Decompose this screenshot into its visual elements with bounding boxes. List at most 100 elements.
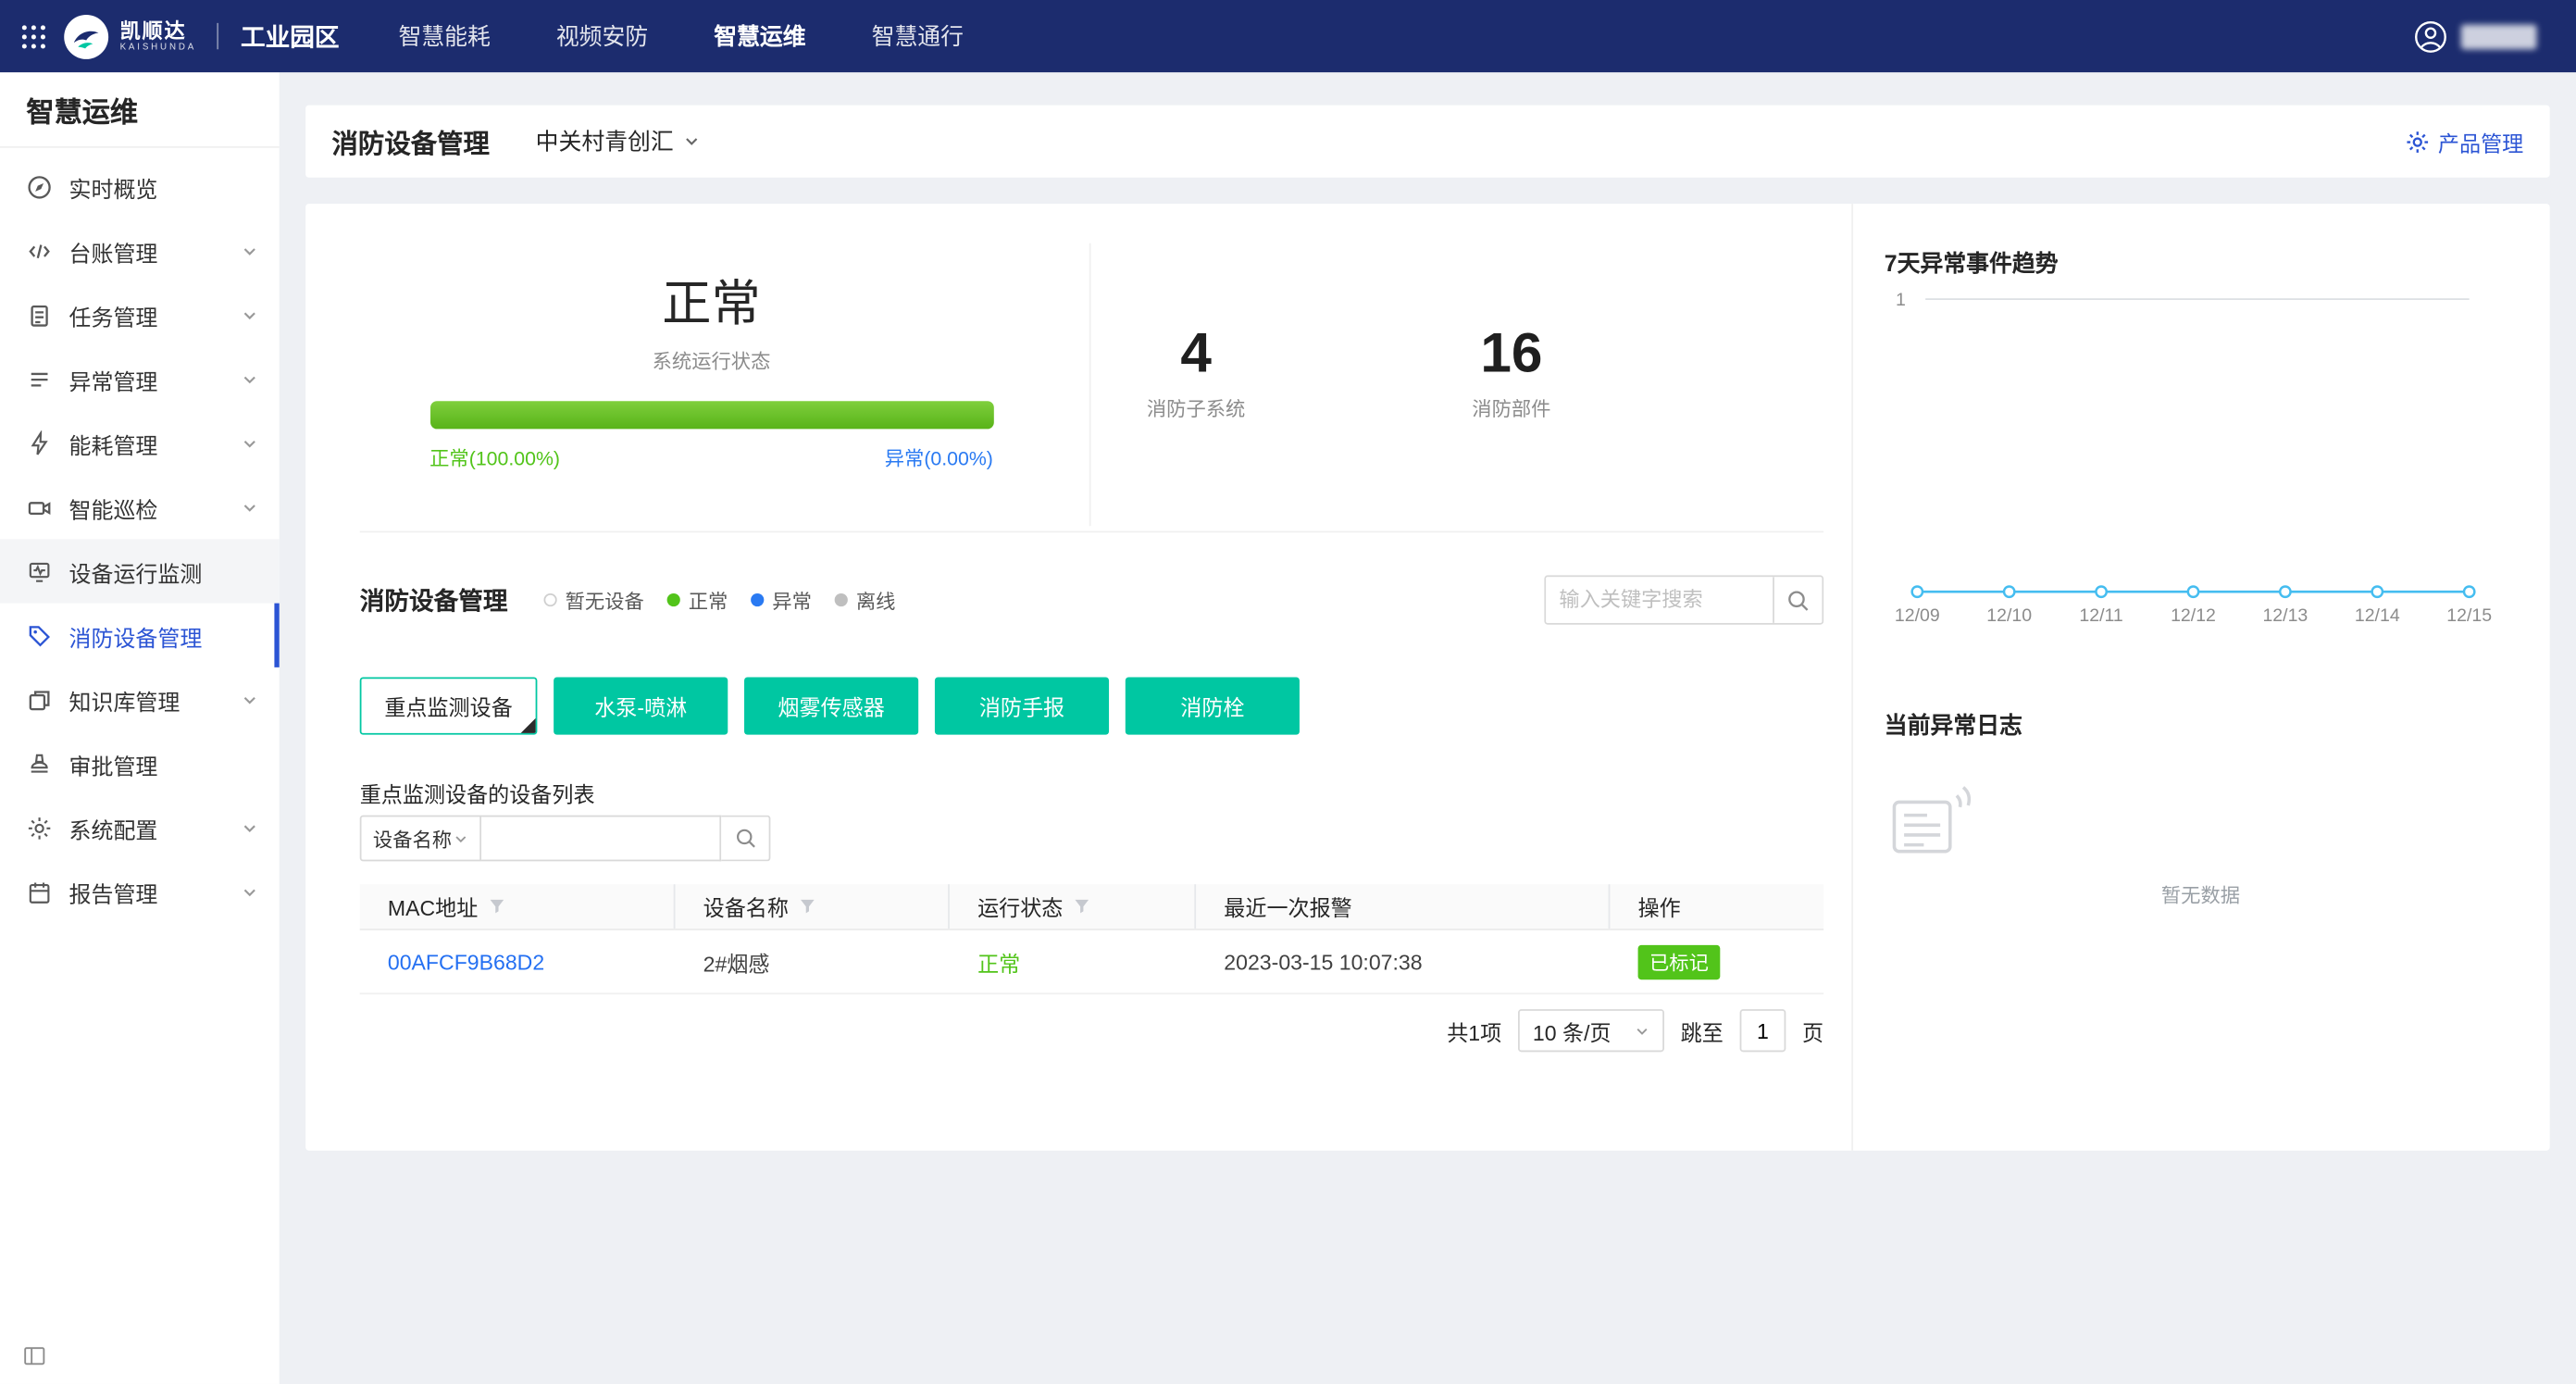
empty-log-icon [1885, 779, 1976, 871]
nav-item-energy[interactable]: 智慧能耗 [385, 19, 504, 53]
legend-dot [835, 593, 848, 606]
brand-name: 凯顺达 [120, 19, 197, 44]
tag-icon [26, 622, 52, 648]
apps-grid-icon[interactable] [19, 22, 47, 50]
sidebar-item-report[interactable]: 报告管理 [0, 860, 280, 924]
user-avatar-icon[interactable] [2413, 19, 2447, 53]
camera-icon [26, 494, 52, 520]
copy-stack-icon [26, 686, 52, 712]
svg-text:12/12: 12/12 [2171, 605, 2216, 626]
sidebar-item-label: 报告管理 [69, 875, 158, 908]
page-title: 消防设备管理 [332, 121, 490, 161]
device-list-title: 重点监测设备的设备列表 [360, 778, 595, 809]
page-size-select[interactable]: 10 条/页 [1518, 1009, 1664, 1052]
main-card: 正常 系统运行状态 正常(100.00%) 异常(0.00%) 4 消防子系统 … [305, 204, 2550, 1151]
svg-text:12/14: 12/14 [2355, 605, 2400, 626]
keyword-search-input[interactable] [1546, 577, 1773, 623]
chevron-down-icon [242, 306, 258, 323]
filter-funnel-icon[interactable] [799, 897, 817, 916]
sidebar-item-energy[interactable]: 能耗管理 [0, 411, 280, 475]
chevron-down-icon [242, 883, 258, 900]
filter-funnel-icon[interactable] [1073, 897, 1091, 916]
page-header: 消防设备管理 中关村青创汇 产品管理 [305, 106, 2550, 178]
sidebar-item-abnormal[interactable]: 异常管理 [0, 347, 280, 411]
svg-text:12/10: 12/10 [1986, 605, 2032, 626]
stat-value: 16 [1412, 326, 1610, 381]
sidebar-item-realtime-overview[interactable]: 实时概览 [0, 155, 280, 218]
navbar-divider [216, 23, 218, 49]
sidebar-item-label: 设备运行监测 [69, 555, 203, 588]
top-navbar: 凯顺达 KAISHUNDA 工业园区 智慧能耗 视频安防 智慧运维 智慧通行 [0, 0, 2576, 72]
sidebar-item-label: 系统配置 [69, 811, 158, 844]
sidebar-item-knowledge[interactable]: 知识库管理 [0, 667, 280, 731]
sidebar-menu: 实时概览 台账管理 任务管理 异常管理 能耗管理 [0, 148, 280, 924]
product-management-link[interactable]: 产品管理 [2405, 126, 2523, 157]
pagination: 共1项 10 条/页 跳至 页 [360, 1009, 1823, 1052]
sidebar-item-ledger[interactable]: 台账管理 [0, 218, 280, 282]
category-button-smoke-sensor[interactable]: 烟雾传感器 [744, 678, 918, 735]
keyword-search-group [1544, 575, 1823, 624]
system-status-label: 系统运行状态 [399, 347, 1023, 375]
device-monitor-icon [26, 558, 52, 584]
sidebar-item-approval[interactable]: 审批管理 [0, 731, 280, 795]
system-status-value: 正常 [399, 263, 1023, 335]
legend-item-normal: 正常 [667, 586, 728, 614]
sidebar-collapse-button[interactable] [23, 1344, 46, 1367]
gear-icon [2405, 129, 2430, 154]
park-selector-label: 中关村青创汇 [536, 125, 674, 158]
search-button[interactable] [1773, 577, 1822, 623]
filter-value-input[interactable] [481, 816, 721, 862]
system-status-block: 正常 系统运行状态 正常(100.00%) 异常(0.00%) [399, 263, 1023, 471]
sidebar-item-label: 审批管理 [69, 747, 158, 780]
sidebar: 智慧运维 实时概览 台账管理 任务管理 异常管理 [0, 72, 280, 1384]
stat-value: 4 [1098, 326, 1295, 381]
jump-page-input[interactable] [1740, 1009, 1786, 1052]
category-button-hydrant[interactable]: 消防栓 [1126, 678, 1300, 735]
sidebar-item-label: 实时概览 [69, 170, 158, 204]
svg-text:12/11: 12/11 [2079, 605, 2122, 626]
vertical-divider [1089, 243, 1091, 526]
category-button-pump-sprinkler[interactable]: 水泵-喷淋 [554, 678, 728, 735]
park-name[interactable]: 工业园区 [241, 19, 340, 53]
nav-item-smart-access[interactable]: 智慧通行 [858, 19, 977, 53]
filter-funnel-icon[interactable] [488, 897, 506, 916]
chevron-down-icon [242, 435, 258, 452]
nav-item-video-security[interactable]: 视频安防 [543, 19, 662, 53]
chevron-down-icon [242, 499, 258, 516]
sidebar-item-inspection[interactable]: 智能巡检 [0, 475, 280, 539]
nav-item-smart-ops[interactable]: 智慧运维 [701, 19, 819, 53]
overview-icon [26, 173, 52, 199]
category-button-key-devices[interactable]: 重点监测设备 [360, 678, 538, 735]
trend-chart-svg: 112/0912/1012/1112/1212/1312/1412/15 [1885, 280, 2542, 631]
device-table: MAC地址 设备名称 运行状态 最近一次报警 操作 00AFCF9B68D2 2… [360, 884, 1823, 994]
device-section-title: 消防设备管理 [360, 582, 508, 617]
brand-logo [64, 14, 108, 58]
marked-badge[interactable]: 已标记 [1638, 944, 1721, 979]
device-mac-link[interactable]: 00AFCF9B68D2 [388, 949, 544, 974]
sidebar-item-fire-device[interactable]: 消防设备管理 [0, 604, 280, 667]
legend-dot [544, 593, 557, 606]
sidebar-title: 智慧运维 [0, 72, 280, 148]
sidebar-item-task[interactable]: 任务管理 [0, 282, 280, 346]
sidebar-item-system-config[interactable]: 系统配置 [0, 795, 280, 859]
stat-label: 消防部件 [1412, 394, 1610, 422]
status-progress-bar [429, 401, 993, 429]
sidebar-item-label: 异常管理 [69, 362, 158, 395]
sidebar-item-device-monitor[interactable]: 设备运行监测 [0, 539, 280, 603]
log-panel-title: 当前异常日志 [1885, 708, 2022, 742]
filter-field-select[interactable]: 设备名称 [360, 816, 481, 862]
search-icon [733, 827, 756, 850]
horizontal-divider [360, 530, 1823, 532]
device-filter-row: 设备名称 [360, 816, 771, 862]
category-button-manual-alarm[interactable]: 消防手报 [935, 678, 1109, 735]
filter-search-button[interactable] [721, 816, 770, 862]
list-icon [26, 366, 52, 392]
svg-text:12/09: 12/09 [1895, 605, 1940, 626]
product-management-label: 产品管理 [2438, 126, 2523, 157]
legend-dot [667, 593, 680, 606]
park-selector[interactable]: 中关村青创汇 [536, 125, 700, 158]
table-header-row: MAC地址 设备名称 运行状态 最近一次报警 操作 [360, 884, 1823, 930]
table-header-status: 运行状态 [950, 884, 1196, 929]
table-header-mac: MAC地址 [360, 884, 676, 929]
primary-nav: 智慧能耗 视频安防 智慧运维 智慧通行 [385, 19, 977, 53]
